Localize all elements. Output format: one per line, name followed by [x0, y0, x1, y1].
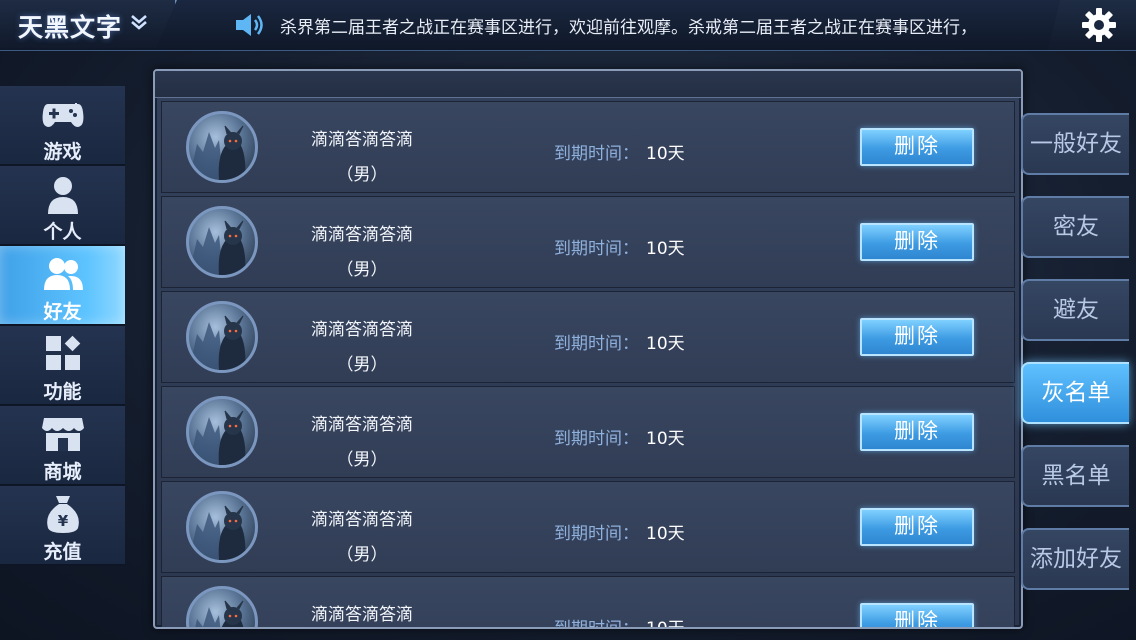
friend-gender: （男） — [336, 545, 388, 565]
expire-label: 到期时间： — [554, 239, 639, 259]
announcement-marquee: 杀界第二届王者之战正在赛事区进行，欢迎前往观摩。杀戒第二届王者之战正在赛事区进行… — [280, 18, 977, 38]
friend-name: 滴滴答滴答滴 — [311, 605, 413, 625]
friend-name: 滴滴答滴答滴 — [311, 130, 413, 150]
delete-button[interactable]: 删除 — [860, 413, 974, 451]
friend-name: 滴滴答滴答滴 — [311, 415, 413, 435]
nav-label-game: 游戏 — [43, 141, 82, 163]
avatar-image — [189, 125, 246, 180]
nav-item-shop[interactable]: 商城 — [0, 406, 125, 486]
avatar[interactable] — [186, 491, 258, 563]
nav-label-recharge: 充值 — [43, 541, 82, 563]
top-bar: 天黑文字 杀界第二届王者之战正在赛事区进行，欢迎前往观摩。杀戒第二届王者之战正在… — [0, 0, 1136, 51]
list-item[interactable]: 滴滴答滴答滴 （男） 到期时间： 10天 删除 — [161, 291, 1015, 383]
nav-label-friends: 好友 — [43, 301, 82, 323]
avatar-image — [195, 600, 244, 627]
expire-label: 到期时间： — [554, 524, 639, 544]
delete-button[interactable]: 删除 — [860, 223, 974, 261]
friend-gender: （男） — [336, 165, 388, 185]
delete-button[interactable]: 删除 — [860, 508, 974, 546]
nav-label-personal: 个人 — [43, 221, 82, 243]
expire-label: 到期时间： — [554, 619, 639, 629]
nav-item-recharge[interactable]: ¥ 充值 — [0, 486, 125, 566]
friend-name: 滴滴答滴答滴 — [311, 510, 413, 530]
delete-button[interactable]: 删除 — [860, 603, 974, 627]
friend-name: 滴滴答滴答滴 — [311, 225, 413, 245]
avatar[interactable] — [186, 301, 258, 373]
list-item[interactable]: 滴滴答滴答滴 （男） 到期时间： 10天 删除 — [161, 101, 1015, 193]
avatar[interactable] — [186, 206, 258, 278]
avatar-image — [189, 220, 246, 275]
nav-item-game[interactable]: 游戏 — [0, 86, 125, 166]
recharge-icon: ¥ — [47, 496, 79, 533]
speaker-icon — [236, 14, 263, 36]
friends-icon — [44, 258, 83, 290]
list-item[interactable]: 滴滴答滴答滴 （男） 到期时间： 10天 删除 — [161, 481, 1015, 573]
function-icon — [46, 335, 81, 370]
tab-add-friend[interactable]: 添加好友 — [1021, 528, 1129, 590]
expire-value: 10天 — [646, 524, 685, 544]
avatar-image — [189, 315, 246, 370]
avatar[interactable] — [186, 586, 258, 627]
avatar-image — [189, 505, 246, 560]
friend-name: 滴滴答滴答滴 — [311, 320, 413, 340]
app-title-box[interactable]: 天黑文字 — [0, 0, 177, 48]
app-title: 天黑文字 — [18, 13, 123, 42]
friend-gender: （男） — [336, 355, 388, 375]
expire-value: 10天 — [646, 619, 685, 629]
gear-icon[interactable] — [1081, 7, 1117, 43]
tab-graylist[interactable]: 灰名单 — [1021, 362, 1129, 424]
nav-label-function: 功能 — [43, 381, 82, 403]
list-item[interactable]: 滴滴答滴答滴（男）到期时间：10天删除 — [161, 576, 1015, 629]
delete-button[interactable]: 删除 — [860, 128, 974, 166]
nav-item-personal[interactable]: 个人 — [0, 166, 125, 246]
friend-list[interactable]: 滴滴答滴答滴 （男） 到期时间： 10天 删除 滴滴答滴答滴 （男） 到期时间： 10天 删除 滴滴… — [161, 101, 1015, 629]
person-icon — [48, 177, 78, 214]
friend-gender: （男） — [336, 450, 388, 470]
avatar[interactable] — [186, 111, 258, 183]
expire-value: 10天 — [646, 239, 685, 259]
list-item[interactable]: 滴滴答滴答滴 （男） 到期时间： 10天 删除 — [161, 386, 1015, 478]
expire-value: 10天 — [646, 334, 685, 354]
nav-item-function[interactable]: 功能 — [0, 326, 125, 406]
chevron-down-icon[interactable] — [130, 13, 148, 31]
nav-label-shop: 商城 — [43, 461, 82, 483]
expire-label: 到期时间： — [554, 334, 639, 354]
expire-label: 到期时间： — [554, 429, 639, 449]
svg-text:¥: ¥ — [58, 512, 69, 530]
tab-close-friends[interactable]: 密友 — [1021, 196, 1129, 258]
friend-gender: （男） — [336, 260, 388, 280]
nav-item-friends[interactable]: 好友 — [0, 246, 125, 326]
tab-blacklist[interactable]: 黑名单 — [1021, 445, 1129, 507]
tab-avoid-friends[interactable]: 避友 — [1021, 279, 1129, 341]
gamepad-icon — [42, 103, 84, 127]
tab-normal-friends[interactable]: 一般好友 — [1021, 113, 1129, 175]
shop-icon — [42, 418, 84, 451]
expire-value: 10天 — [646, 429, 685, 449]
avatar-image — [189, 410, 246, 465]
list-item[interactable]: 滴滴答滴答滴 （男） 到期时间： 10天 删除 — [161, 196, 1015, 288]
panel-header-strip — [155, 71, 1021, 98]
delete-button[interactable]: 删除 — [860, 318, 974, 356]
friend-list-panel: 滴滴答滴答滴 （男） 到期时间： 10天 删除 滴滴答滴答滴 （男） 到期时间： 10天 删除 滴滴… — [153, 69, 1023, 629]
expire-value: 10天 — [646, 144, 685, 164]
avatar[interactable] — [186, 396, 258, 468]
left-nav: 游戏 个人 好友 功能 商城 ¥ 充值 — [0, 86, 125, 566]
expire-label: 到期时间： — [554, 144, 639, 164]
